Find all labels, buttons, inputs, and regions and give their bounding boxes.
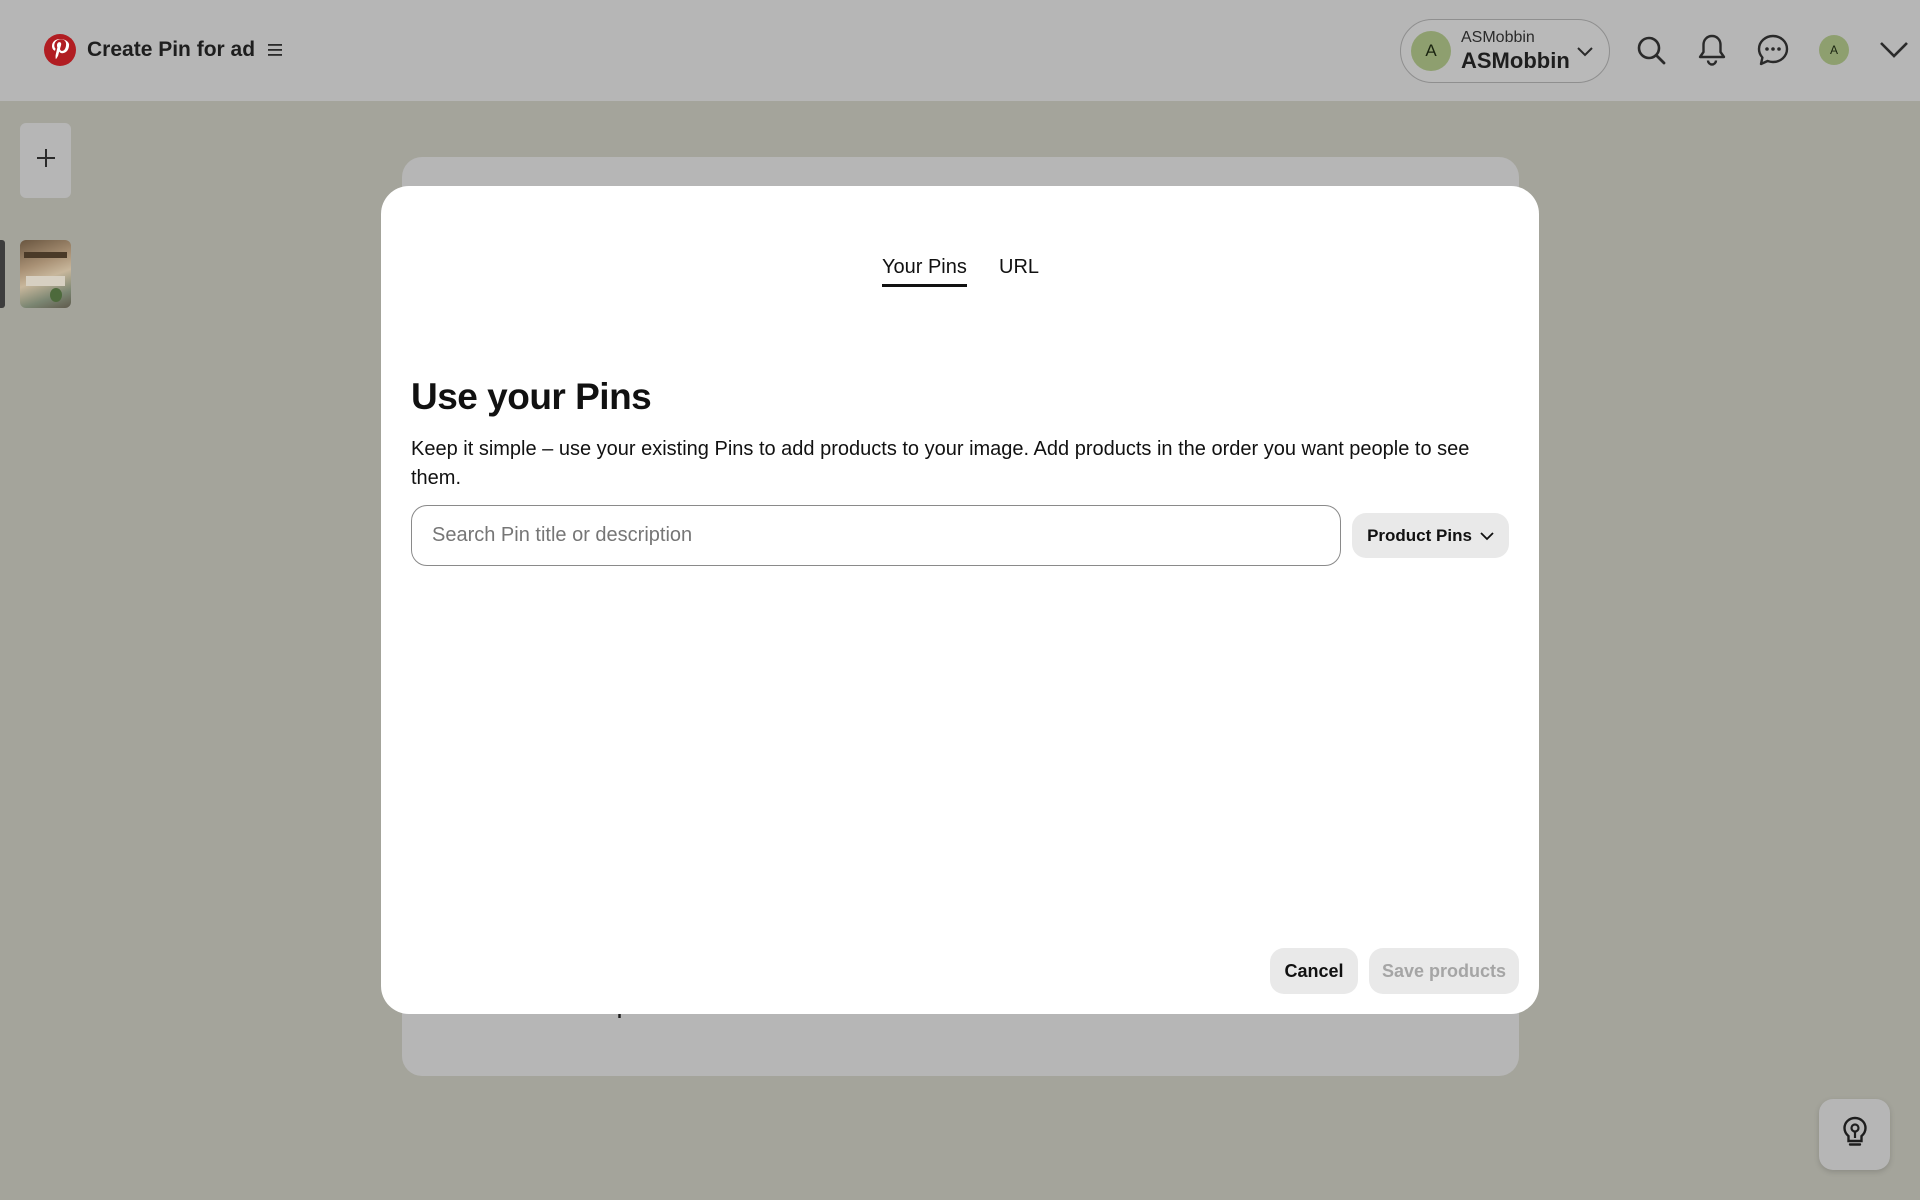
account-name-small: ASMobbin xyxy=(1461,28,1535,46)
tab-label: URL xyxy=(999,256,1040,278)
help-icon xyxy=(1840,1116,1870,1153)
plus-icon xyxy=(35,147,57,174)
tab-your-pins[interactable]: Your Pins xyxy=(882,256,967,287)
account-avatar: A xyxy=(1411,31,1451,71)
brand: Create Pin for ad xyxy=(44,34,285,66)
search-pins-field[interactable] xyxy=(411,505,1341,566)
pin-type-dropdown[interactable]: Product Pins xyxy=(1352,513,1509,558)
save-products-button[interactable]: Save products xyxy=(1369,948,1519,994)
cancel-button[interactable]: Cancel xyxy=(1270,948,1358,994)
dropdown-label: Product Pins xyxy=(1367,525,1472,545)
selected-indicator xyxy=(0,240,5,308)
tab-url[interactable]: URL xyxy=(999,256,1039,279)
account-switcher[interactable]: A ASMobbin ASMobbin xyxy=(1400,19,1610,83)
page-title: Create Pin for ad xyxy=(87,38,256,61)
chevron-down-icon xyxy=(1577,44,1593,62)
search-icon[interactable] xyxy=(1634,33,1668,67)
pin-thumbnail[interactable] xyxy=(20,240,71,308)
help-button[interactable] xyxy=(1819,1099,1890,1170)
chevron-down-icon xyxy=(1480,526,1494,546)
add-products-modal: Your Pins URL Use your Pins Keep it simp… xyxy=(381,186,1539,1014)
chat-icon[interactable] xyxy=(1756,33,1790,67)
chevron-down-icon[interactable] xyxy=(1877,33,1911,67)
tab-label: Your Pins xyxy=(882,256,967,287)
bell-icon[interactable] xyxy=(1695,33,1729,67)
top-header: Create Pin for ad A ASMobbin ASMobbin A xyxy=(0,0,1920,101)
profile-avatar[interactable]: A xyxy=(1819,35,1849,65)
add-pin-button[interactable] xyxy=(20,123,71,198)
account-name: ASMobbin xyxy=(1461,48,1570,74)
search-input[interactable] xyxy=(432,524,1340,547)
pinterest-logo-icon[interactable] xyxy=(44,34,76,66)
account-labels: ASMobbin ASMobbin xyxy=(1461,29,1570,74)
menu-icon[interactable] xyxy=(265,40,285,60)
modal-description: Keep it simple – use your existing Pins … xyxy=(411,438,1470,489)
modal-heading: Use your Pins xyxy=(411,376,652,417)
